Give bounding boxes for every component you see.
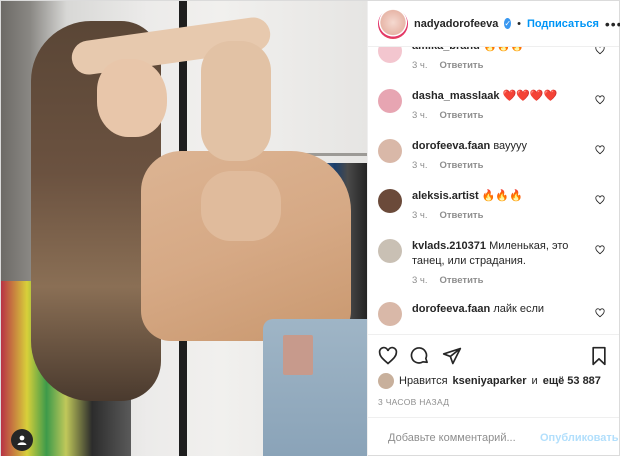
liker-avatar[interactable] bbox=[378, 373, 394, 389]
comment-username[interactable]: kvlads.210371 bbox=[412, 240, 486, 252]
photo-hand bbox=[201, 171, 281, 241]
follow-button[interactable]: Подписаться bbox=[527, 18, 599, 30]
post-actions: Нравится kseniyaparker и ещё 53 887 3 ча… bbox=[368, 334, 619, 407]
comment-item: amika_brand 🔥🔥🔥 3 ч. Ответить bbox=[368, 47, 619, 71]
photo-jeans-tag bbox=[283, 335, 313, 375]
post-header: nadyadorofeeva ✓ • Подписаться ••• bbox=[368, 1, 620, 47]
heart-icon[interactable] bbox=[378, 346, 398, 366]
comment-avatar[interactable] bbox=[378, 302, 402, 326]
comment-item: kvlads.210371 Миленькая, это танец, или … bbox=[368, 239, 619, 286]
comment-text: ❤️❤️❤️❤️ bbox=[502, 90, 558, 102]
comment-time: 3 ч. bbox=[412, 60, 428, 71]
photo-arm-bent bbox=[201, 41, 271, 161]
photo-face bbox=[97, 59, 167, 137]
action-bar bbox=[378, 343, 609, 369]
reply-button[interactable]: Ответить bbox=[440, 160, 484, 171]
add-comment-bar: Опубликовать bbox=[368, 417, 619, 456]
post-timestamp[interactable]: 3 часов назад bbox=[378, 397, 609, 407]
liker-username[interactable]: kseniyaparker bbox=[453, 375, 527, 387]
user-tag-icon[interactable] bbox=[11, 429, 33, 451]
comment-like-heart-icon[interactable] bbox=[595, 47, 605, 55]
comment-avatar[interactable] bbox=[378, 89, 402, 113]
comment-avatar[interactable] bbox=[378, 189, 402, 213]
comment-like-heart-icon[interactable] bbox=[595, 145, 605, 155]
instagram-post: nadyadorofeeva ✓ • Подписаться ••• amika… bbox=[0, 0, 620, 456]
comment-username[interactable]: dorofeeva.faan bbox=[412, 140, 490, 152]
comment-time: 3 ч. bbox=[412, 275, 428, 286]
comment-like-heart-icon[interactable] bbox=[595, 308, 605, 318]
comment-icon[interactable] bbox=[410, 346, 430, 366]
reply-button[interactable]: Ответить bbox=[440, 110, 484, 121]
comment-item: dorofeeva.faan лайк если bbox=[368, 302, 619, 326]
reply-button[interactable]: Ответить bbox=[440, 210, 484, 221]
post-photo[interactable] bbox=[1, 1, 367, 456]
comment-like-heart-icon[interactable] bbox=[595, 195, 605, 205]
comment-item: aleksis.artist 🔥🔥🔥 3 ч. Ответить bbox=[368, 189, 619, 221]
comment-like-heart-icon[interactable] bbox=[595, 95, 605, 105]
bookmark-icon[interactable] bbox=[589, 346, 609, 366]
comment-username[interactable]: dasha_masslaak bbox=[412, 90, 499, 102]
comment-avatar[interactable] bbox=[378, 47, 402, 63]
add-comment-input[interactable] bbox=[388, 431, 530, 444]
header-separator: • bbox=[517, 17, 521, 30]
likes-count[interactable]: ещё 53 887 bbox=[543, 375, 601, 387]
publish-button[interactable]: Опубликовать bbox=[540, 432, 619, 444]
reply-button[interactable]: Ответить bbox=[440, 60, 484, 71]
comments-list[interactable]: amika_brand 🔥🔥🔥 3 ч. Ответить dasha_massl… bbox=[368, 47, 619, 334]
comment-time: 3 ч. bbox=[412, 110, 428, 121]
comment-like-heart-icon[interactable] bbox=[595, 245, 605, 255]
comment-username[interactable]: amika_brand bbox=[412, 47, 480, 52]
share-icon[interactable] bbox=[442, 346, 462, 366]
comment-item: dasha_masslaak ❤️❤️❤️❤️ 3 ч. Ответить bbox=[368, 89, 619, 121]
comment-text: 🔥🔥🔥 bbox=[481, 190, 523, 202]
comment-username[interactable]: dorofeeva.faan bbox=[412, 303, 490, 315]
comment-text: лайк если bbox=[493, 303, 545, 315]
comment-time: 3 ч. bbox=[412, 160, 428, 171]
comment-text: 🔥🔥🔥 bbox=[483, 47, 524, 52]
author-avatar[interactable] bbox=[378, 8, 408, 39]
comment-item: dorofeeva.faan вауууу 3 ч. Ответить bbox=[368, 139, 619, 171]
comment-time: 3 ч. bbox=[412, 210, 428, 221]
comment-text: вауууу bbox=[493, 140, 528, 152]
likes-summary: Нравится kseniyaparker и ещё 53 887 bbox=[378, 373, 609, 389]
comment-username[interactable]: aleksis.artist bbox=[412, 190, 479, 202]
reply-button[interactable]: Ответить bbox=[440, 275, 484, 286]
photo-jeans bbox=[263, 319, 367, 456]
verified-badge-icon: ✓ bbox=[504, 18, 512, 29]
comment-avatar[interactable] bbox=[378, 139, 402, 163]
author-username[interactable]: nadyadorofeeva bbox=[414, 18, 498, 30]
post-side-panel: nadyadorofeeva ✓ • Подписаться ••• amika… bbox=[367, 1, 620, 456]
more-options-icon[interactable]: ••• bbox=[605, 16, 620, 32]
likes-prefix: Нравится bbox=[399, 375, 448, 387]
likes-connector: и bbox=[531, 375, 538, 387]
comment-avatar[interactable] bbox=[378, 239, 402, 263]
